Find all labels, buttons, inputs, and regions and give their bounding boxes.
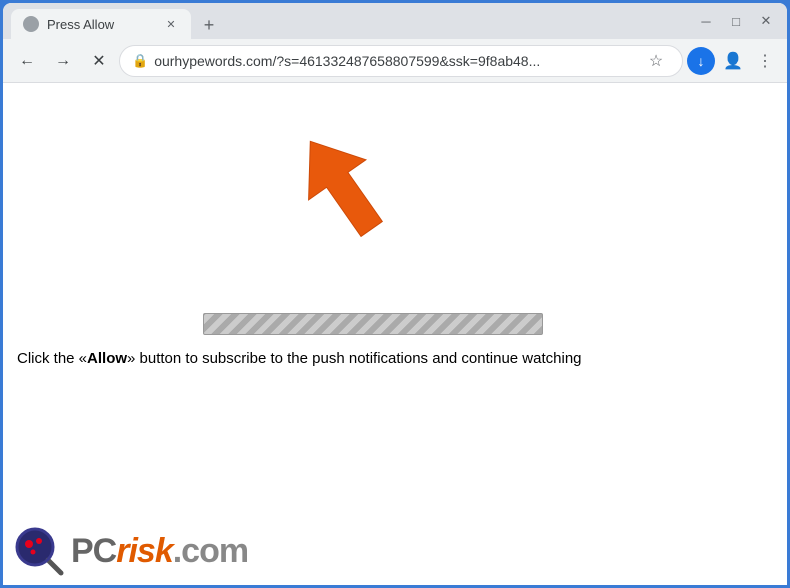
progress-bar (203, 313, 543, 335)
profile-icon[interactable]: 👤 (719, 47, 747, 75)
pcrisk-icon (13, 525, 65, 577)
new-tab-button[interactable]: + (195, 11, 223, 39)
arrow-up-icon (283, 123, 403, 253)
back-button[interactable]: ← (11, 45, 43, 77)
lock-icon: 🔒 (132, 53, 148, 69)
message-suffix: » button to subscribe to the push notifi… (127, 350, 581, 367)
arrow-container (283, 123, 403, 253)
dotcom-text: .com (173, 532, 248, 570)
bookmark-star-icon[interactable]: ☆ (642, 47, 670, 75)
title-bar: Press Allow ✕ + ─ □ ✕ (3, 3, 787, 39)
maximize-button[interactable]: □ (723, 8, 749, 34)
address-bar[interactable]: 🔒 ourhypewords.com/?s=461332487658807599… (119, 45, 683, 77)
window-controls: ─ □ ✕ (693, 8, 779, 34)
allow-text: Allow (87, 350, 127, 367)
tab-container: Press Allow ✕ + (11, 3, 693, 39)
download-icon[interactable]: ↓ (687, 47, 715, 75)
pcrisk-text: PCrisk.com (71, 532, 248, 571)
toolbar: ← → ✕ 🔒 ourhypewords.com/?s=461332487658… (3, 39, 787, 83)
message-prefix: Click the « (17, 350, 87, 367)
pc-text: PC (71, 532, 116, 570)
minimize-button[interactable]: ─ (693, 8, 719, 34)
tab-favicon (23, 16, 39, 32)
window-close-button[interactable]: ✕ (753, 8, 779, 34)
menu-icon[interactable]: ⋮ (751, 47, 779, 75)
page-content: Click the «Allow» button to subscribe to… (3, 83, 787, 585)
active-tab[interactable]: Press Allow ✕ (11, 9, 191, 39)
url-text: ourhypewords.com/?s=461332487658807599&s… (154, 53, 636, 69)
tab-title: Press Allow (47, 17, 155, 32)
forward-button[interactable]: → (47, 45, 79, 77)
reload-button[interactable]: ✕ (83, 45, 115, 77)
risk-text: risk (116, 532, 173, 570)
progress-bar-container (203, 313, 543, 335)
browser-window: Press Allow ✕ + ─ □ ✕ ← → ✕ (3, 3, 787, 585)
page-message: Click the «Allow» button to subscribe to… (17, 348, 773, 371)
tab-close-button[interactable]: ✕ (163, 16, 179, 32)
pcrisk-logo: PCrisk.com (13, 525, 248, 577)
